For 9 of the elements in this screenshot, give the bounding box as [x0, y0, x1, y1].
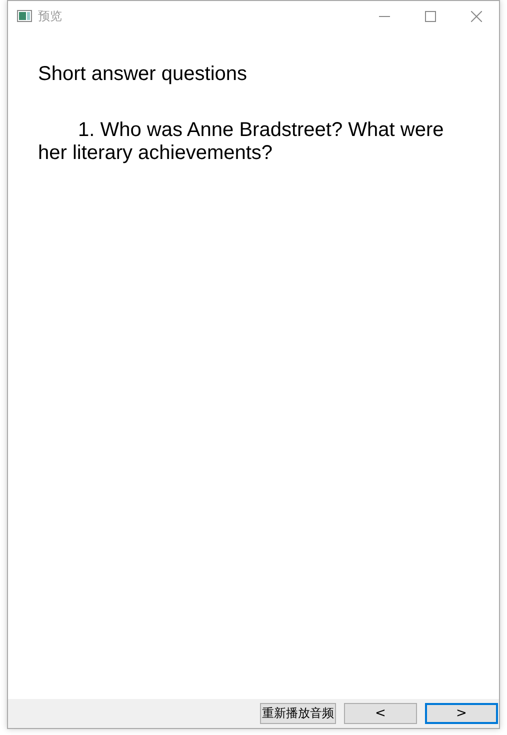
window-title: 预览 [38, 8, 62, 24]
maximize-icon[interactable] [425, 10, 436, 22]
heading: Short answer questions [38, 63, 248, 86]
replay-audio-button[interactable]: 重新播放音频 [260, 703, 336, 724]
close-icon[interactable] [471, 10, 482, 22]
next-button[interactable]: > [425, 703, 498, 724]
question-text: 1. Who was Anne Bradstreet? What were her literary achievements? [38, 119, 445, 165]
app-icon [17, 10, 32, 22]
previous-button[interactable]: < [344, 703, 417, 724]
